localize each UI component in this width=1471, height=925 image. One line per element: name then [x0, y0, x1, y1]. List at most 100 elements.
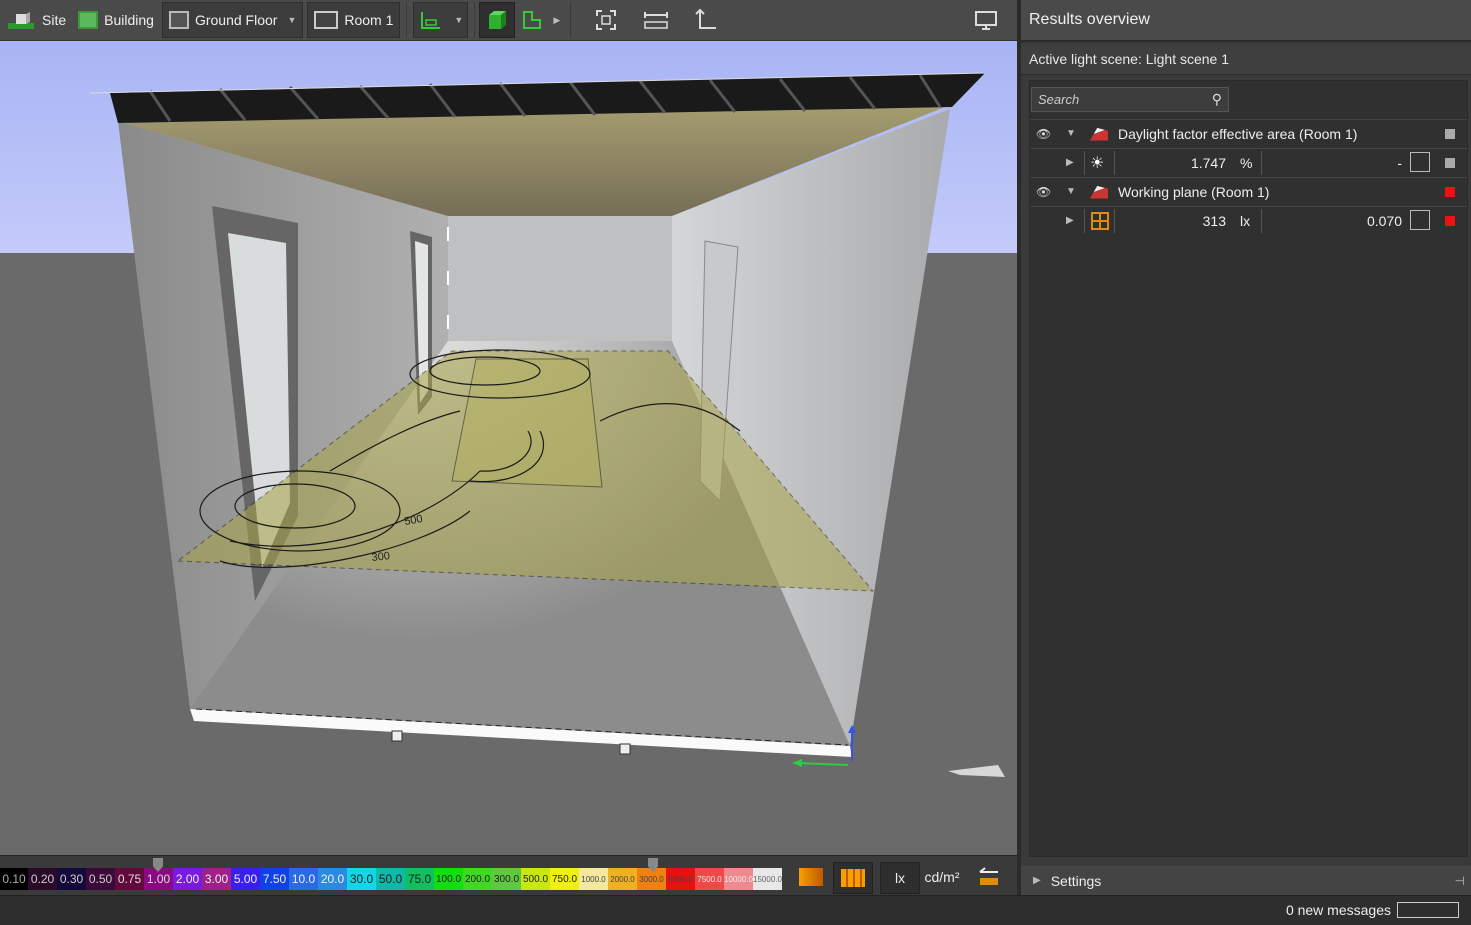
unit-lx-button[interactable]: lx: [880, 862, 920, 894]
legend-cell: 7500.0: [695, 868, 724, 890]
room-icon: [314, 11, 339, 29]
building-breadcrumb[interactable]: Building: [72, 2, 160, 38]
cell-divider: [1261, 209, 1262, 233]
sun-icon: ☀: [1090, 154, 1105, 172]
room-label: Room 1: [344, 12, 394, 28]
building-label: Building: [104, 12, 154, 28]
legend-cell: 200.0: [463, 868, 492, 890]
panel-title: Results overview: [1021, 0, 1471, 42]
cell-divider: [1084, 151, 1085, 175]
value-chart-icon[interactable]: [1410, 152, 1430, 172]
status-indicator: [1445, 128, 1455, 139]
unit-cd-button[interactable]: cd/m²: [920, 862, 964, 892]
room-breadcrumb[interactable]: Room 1: [307, 2, 401, 38]
status-bar: 0 new messages: [0, 895, 1471, 925]
legend-cell: 7.50: [260, 868, 289, 890]
value-chart-icon[interactable]: [1410, 210, 1430, 230]
search-icon: ⚲: [1211, 91, 1222, 107]
toolbar-divider: [406, 2, 408, 38]
settings-section[interactable]: ▶ Settings ⊣: [1021, 866, 1471, 895]
result-name: Working plane (Room 1): [1118, 183, 1270, 200]
messages-count[interactable]: 0 new messages: [1286, 902, 1391, 918]
site-breadcrumb[interactable]: Site: [0, 2, 72, 38]
working-plane-icon: [421, 12, 441, 29]
legend-cell: 10.0: [289, 868, 318, 890]
floor-dropdown[interactable]: Ground Floor ▼: [161, 2, 304, 38]
search-placeholder: Search: [1038, 92, 1080, 107]
solid-view-button[interactable]: [479, 2, 516, 38]
fit-view-button[interactable]: [589, 3, 623, 37]
toolbar-divider: [570, 2, 572, 38]
status-indicator: [1445, 215, 1455, 226]
height-button[interactable]: [689, 3, 723, 37]
legend-cell: 0.75: [115, 868, 144, 890]
legend-cell: 100.0: [434, 868, 463, 890]
legend-cell: 0.30: [57, 868, 86, 890]
legend-cell: 2000.0: [608, 868, 637, 890]
pin-icon[interactable]: ⊣: [1455, 874, 1465, 888]
cell-divider: [1114, 151, 1115, 175]
search-input[interactable]: Search ⚲: [1031, 87, 1229, 112]
grip-handle[interactable]: [391, 730, 403, 742]
calculation-surface-icon: [1090, 185, 1108, 199]
chevron-right-icon[interactable]: ▶: [553, 15, 560, 26]
height-icon: [695, 8, 717, 29]
false-color-legend: 0.10 0.20 0.30 0.50 0.75 1.00 2.00 3.00 5.00 7.50…: [0, 855, 1017, 896]
result-row-working-plane[interactable]: 👁 ▼ Working plane (Room 1): [1030, 177, 1467, 205]
solid-view-icon: [489, 11, 507, 29]
result-value: 1.747: [1190, 154, 1226, 171]
back-wall: [448, 216, 672, 341]
floor-icon: [168, 11, 189, 29]
gradient-icon: [799, 868, 823, 886]
toolbar-divider: [474, 2, 476, 38]
result-name: Daylight factor effective area (Room 1): [1118, 125, 1358, 142]
display-mode-button[interactable]: [969, 3, 1003, 37]
floor-label: Ground Floor: [194, 12, 278, 28]
chevron-right-icon[interactable]: ▶: [1066, 157, 1074, 168]
result-row-daylight[interactable]: 👁 ▼ Daylight factor effective area (Room…: [1030, 119, 1467, 147]
messages-indicator[interactable]: [1397, 902, 1459, 918]
swap-scale-button[interactable]: [972, 862, 1006, 892]
legend-scale[interactable]: 0.10 0.20 0.30 0.50 0.75 1.00 2.00 3.00 5.00 7.50…: [0, 868, 782, 890]
gradient-mode-button[interactable]: [794, 862, 828, 892]
legend-cell: 0.20: [28, 868, 57, 890]
floor-plan-icon: [523, 11, 542, 29]
stepped-mode-button[interactable]: [833, 862, 873, 894]
daylight-area-plane: [451, 358, 603, 488]
chevron-down-icon[interactable]: ▼: [1066, 186, 1076, 197]
floor-plan-button[interactable]: [515, 3, 549, 37]
result-uniformity: 0.070: [1366, 212, 1402, 229]
result-unit: lx: [1240, 212, 1251, 229]
grip-handle[interactable]: [619, 743, 631, 755]
active-light-scene: Active light scene: Light scene 1: [1021, 44, 1471, 75]
eye-icon[interactable]: 👁: [1036, 185, 1051, 199]
chevron-down-icon[interactable]: ▼: [1066, 128, 1076, 139]
legend-cell: 5000.0: [666, 868, 695, 890]
legend-cell: 10000.0: [724, 868, 753, 890]
legend-cell: 75.0: [405, 868, 434, 890]
result-detail-working-plane[interactable]: ▶ 313 lx 0.070: [1030, 206, 1467, 234]
legend-cell: 2.00: [173, 868, 202, 890]
chevron-right-icon[interactable]: ▶: [1066, 215, 1074, 226]
fit-view-icon: [596, 10, 617, 30]
cell-divider: [1084, 209, 1085, 233]
legend-cell: 300.0: [492, 868, 521, 890]
monitor-icon: [975, 11, 997, 30]
legend-cell: 20.0: [318, 868, 347, 890]
legend-cell: 500.0: [521, 868, 550, 890]
legend-cell: 3.00: [202, 868, 231, 890]
legend-cell: 3000.0: [637, 868, 666, 890]
status-indicator: [1445, 157, 1455, 168]
site-label: Site: [42, 12, 67, 28]
eye-icon[interactable]: 👁: [1036, 127, 1051, 141]
grid-icon: [1091, 212, 1109, 230]
result-uniformity: -: [1397, 154, 1402, 171]
legend-cell: 30.0: [347, 868, 376, 890]
result-detail-daylight[interactable]: ▶ ☀ 1.747 % -: [1030, 148, 1467, 176]
legend-cell: 5.00: [231, 868, 260, 890]
3d-viewport[interactable]: 500 300: [0, 41, 1017, 855]
working-plane-dropdown[interactable]: ▼: [413, 2, 469, 38]
legend-cell: 750.0: [550, 868, 579, 890]
legend-cell: 15000.0: [753, 868, 782, 890]
measure-button[interactable]: [639, 3, 673, 37]
